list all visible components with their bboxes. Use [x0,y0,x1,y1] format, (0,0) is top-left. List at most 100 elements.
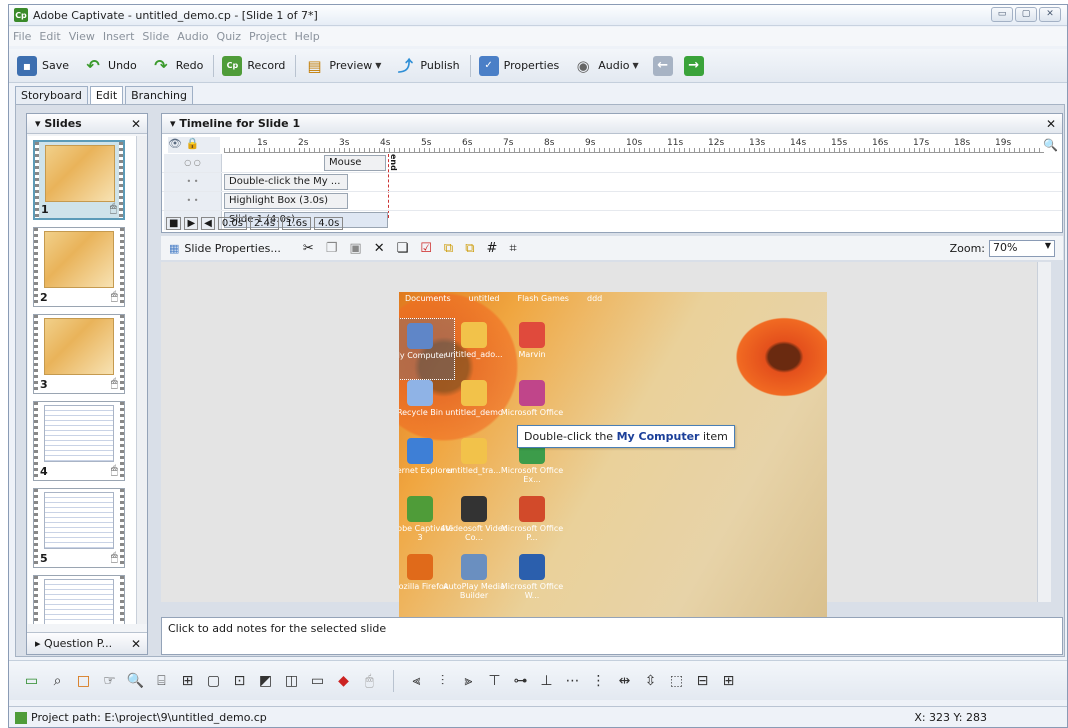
desktop-icon[interactable]: Marvin [497,318,567,380]
tab-branching[interactable]: Branching [125,86,193,105]
ungroup-icon[interactable]: ⧉ [465,241,474,256]
maximize-button[interactable]: ▢ [1015,7,1037,22]
undo-button[interactable]: ↶ Undo [83,56,136,76]
slide-properties-button[interactable]: Slide Properties... [184,242,280,255]
caption-icon[interactable]: ▭ [23,672,40,689]
minimize-button[interactable]: ▭ [991,7,1013,22]
rollover-caption-icon[interactable]: ⌕ [49,672,66,689]
align-middle-icon[interactable]: ⊶ [512,672,529,689]
properties-button[interactable]: ✓ Properties [478,55,559,76]
preview-button[interactable]: ▤ Preview ▼ [304,56,381,76]
menu-quiz[interactable]: Quiz [217,30,241,43]
paste-icon[interactable]: ▣ [349,241,361,256]
grid-icon[interactable]: # [487,241,498,256]
same-height-icon[interactable]: ⇳ [642,672,659,689]
rollover-image-icon[interactable]: ⊞ [179,672,196,689]
play-icon[interactable]: ▶ [184,217,199,230]
slide-thumbnail-4[interactable]: 4 🖱 [33,401,125,481]
close-panel-button[interactable]: ✕ [131,117,141,131]
redo-button[interactable]: ↷ Redo [151,56,203,76]
slides-scrollbar[interactable] [136,136,147,624]
slide-thumbnail-3[interactable]: 3 🖱 [33,314,125,394]
zoom-select[interactable]: 70% ▼ [989,239,1055,257]
slidelet-icon[interactable]: ▭ [309,672,326,689]
canvas-scrollbar[interactable] [1037,262,1051,602]
publish-button[interactable]: ⤴ Publish [395,56,460,76]
lock-icon[interactable]: 🔒 [185,137,199,150]
copy-icon[interactable]: ❐ [326,241,338,256]
autoplay-icon [461,554,487,580]
timeline-item-mouse[interactable]: Mouse [324,155,386,171]
preview-icon: ▤ [307,56,322,75]
same-width-icon[interactable]: ⇹ [616,672,633,689]
menu-project[interactable]: Project [249,30,287,43]
computer-icon [407,323,433,349]
mouse-object-icon[interactable]: 🖱 [361,672,378,689]
desktop-icon[interactable]: Microsoft Office W... [497,550,567,612]
slide-thumbnail-6[interactable] [33,575,125,624]
timeline-ruler[interactable]: 1s 2s 3s 4s 5s 6s 7s 8s 9s 10s 11s 12s 13s 14s 15s 16s 1… [224,136,1044,153]
timeline-item-highlight-box[interactable]: Highlight Box (3.0s) [224,193,348,209]
save-icon: ▪ [17,55,37,76]
same-size-icon[interactable]: ⬚ [668,672,685,689]
align-center-icon[interactable]: ⫶ [434,672,451,689]
previous-slide-button[interactable]: ← [652,55,678,76]
menu-view[interactable]: View [69,30,95,43]
timeline-item-caption[interactable]: Double-click the My ... [224,174,348,190]
slide-thumbnail-2[interactable]: 2 🖱 [33,227,125,307]
caption-text-box[interactable]: Double-click the My Computer item [517,425,735,448]
group-icon[interactable]: ⧉ [444,241,453,256]
properties-icon: ✓ [478,55,499,76]
timeline-row-caption: • • Double-click the My ... [162,173,1062,192]
snap-grid-icon[interactable]: ⌗ [509,241,516,256]
slide-stage[interactable]: DocumentsuntitledFlash Gamesddd My Compu… [399,292,827,618]
button-object-icon[interactable]: ▢ [205,672,222,689]
question-pool-panel[interactable]: ▸ Question P... ✕ [27,632,147,654]
cut-icon[interactable]: ✂ [303,241,314,256]
center-horizontal-icon[interactable]: ⊟ [694,672,711,689]
close-panel-button[interactable]: ✕ [131,637,141,651]
menu-help[interactable]: Help [295,30,320,43]
record-button[interactable]: Cp Record [222,55,285,76]
menu-edit[interactable]: Edit [39,30,60,43]
center-vertical-icon[interactable]: ⊞ [720,672,737,689]
save-button[interactable]: ▪ Save [17,55,69,76]
eye-icon[interactable]: 👁 [168,137,182,150]
close-button[interactable]: ✕ [1039,7,1061,22]
close-timeline-button[interactable]: ✕ [1046,117,1056,131]
tab-storyboard[interactable]: Storyboard [15,86,88,105]
menu-file[interactable]: File [13,30,31,43]
zoom-area-icon[interactable]: 🔍 [127,672,144,689]
distribute-horizontal-icon[interactable]: ⋯ [564,672,581,689]
mute-icon[interactable]: ◀ [201,217,215,230]
menu-slide[interactable]: Slide [142,30,169,43]
text-animation-icon[interactable]: ⊡ [231,672,248,689]
zoom-timeline-icon[interactable]: 🔍 [1043,138,1058,152]
menu-audio[interactable]: Audio [177,30,208,43]
delete-icon[interactable]: ✕ [374,241,385,256]
audio-button[interactable]: ◉ Audio ▼ [573,56,639,76]
highlight-box-icon[interactable]: □ [75,672,92,689]
checkbox-icon[interactable]: ☑ [420,241,432,256]
align-top-icon[interactable]: ⊤ [486,672,503,689]
text-entry-icon[interactable]: ⌸ [153,672,170,689]
duplicate-icon[interactable]: ❏ [397,241,409,256]
slide-notes-field[interactable]: Click to add notes for the selected slid… [161,617,1063,655]
menu-insert[interactable]: Insert [103,30,135,43]
click-box-icon[interactable]: ☞ [101,672,118,689]
align-bottom-icon[interactable]: ⊥ [538,672,555,689]
animation-icon[interactable]: ◫ [283,672,300,689]
align-right-icon[interactable]: ⫸ [460,672,477,689]
slide-thumbnail-5[interactable]: 5 🖱 [33,488,125,568]
stop-icon[interactable]: ■ [166,217,182,230]
flash-video-icon[interactable]: ◆ [335,672,352,689]
align-left-icon[interactable]: ⫷ [408,672,425,689]
powerpoint-icon [519,496,545,522]
distribute-vertical-icon[interactable]: ⋮ [590,672,607,689]
image-icon[interactable]: ◩ [257,672,274,689]
zoom-label: Zoom: [949,241,985,255]
next-slide-button[interactable]: → [683,55,709,76]
slide-thumbnail-1[interactable]: 1 🖱 [33,140,125,220]
tab-edit[interactable]: Edit [89,86,124,105]
desktop-icon[interactable]: Microsoft Office P... [497,492,567,554]
